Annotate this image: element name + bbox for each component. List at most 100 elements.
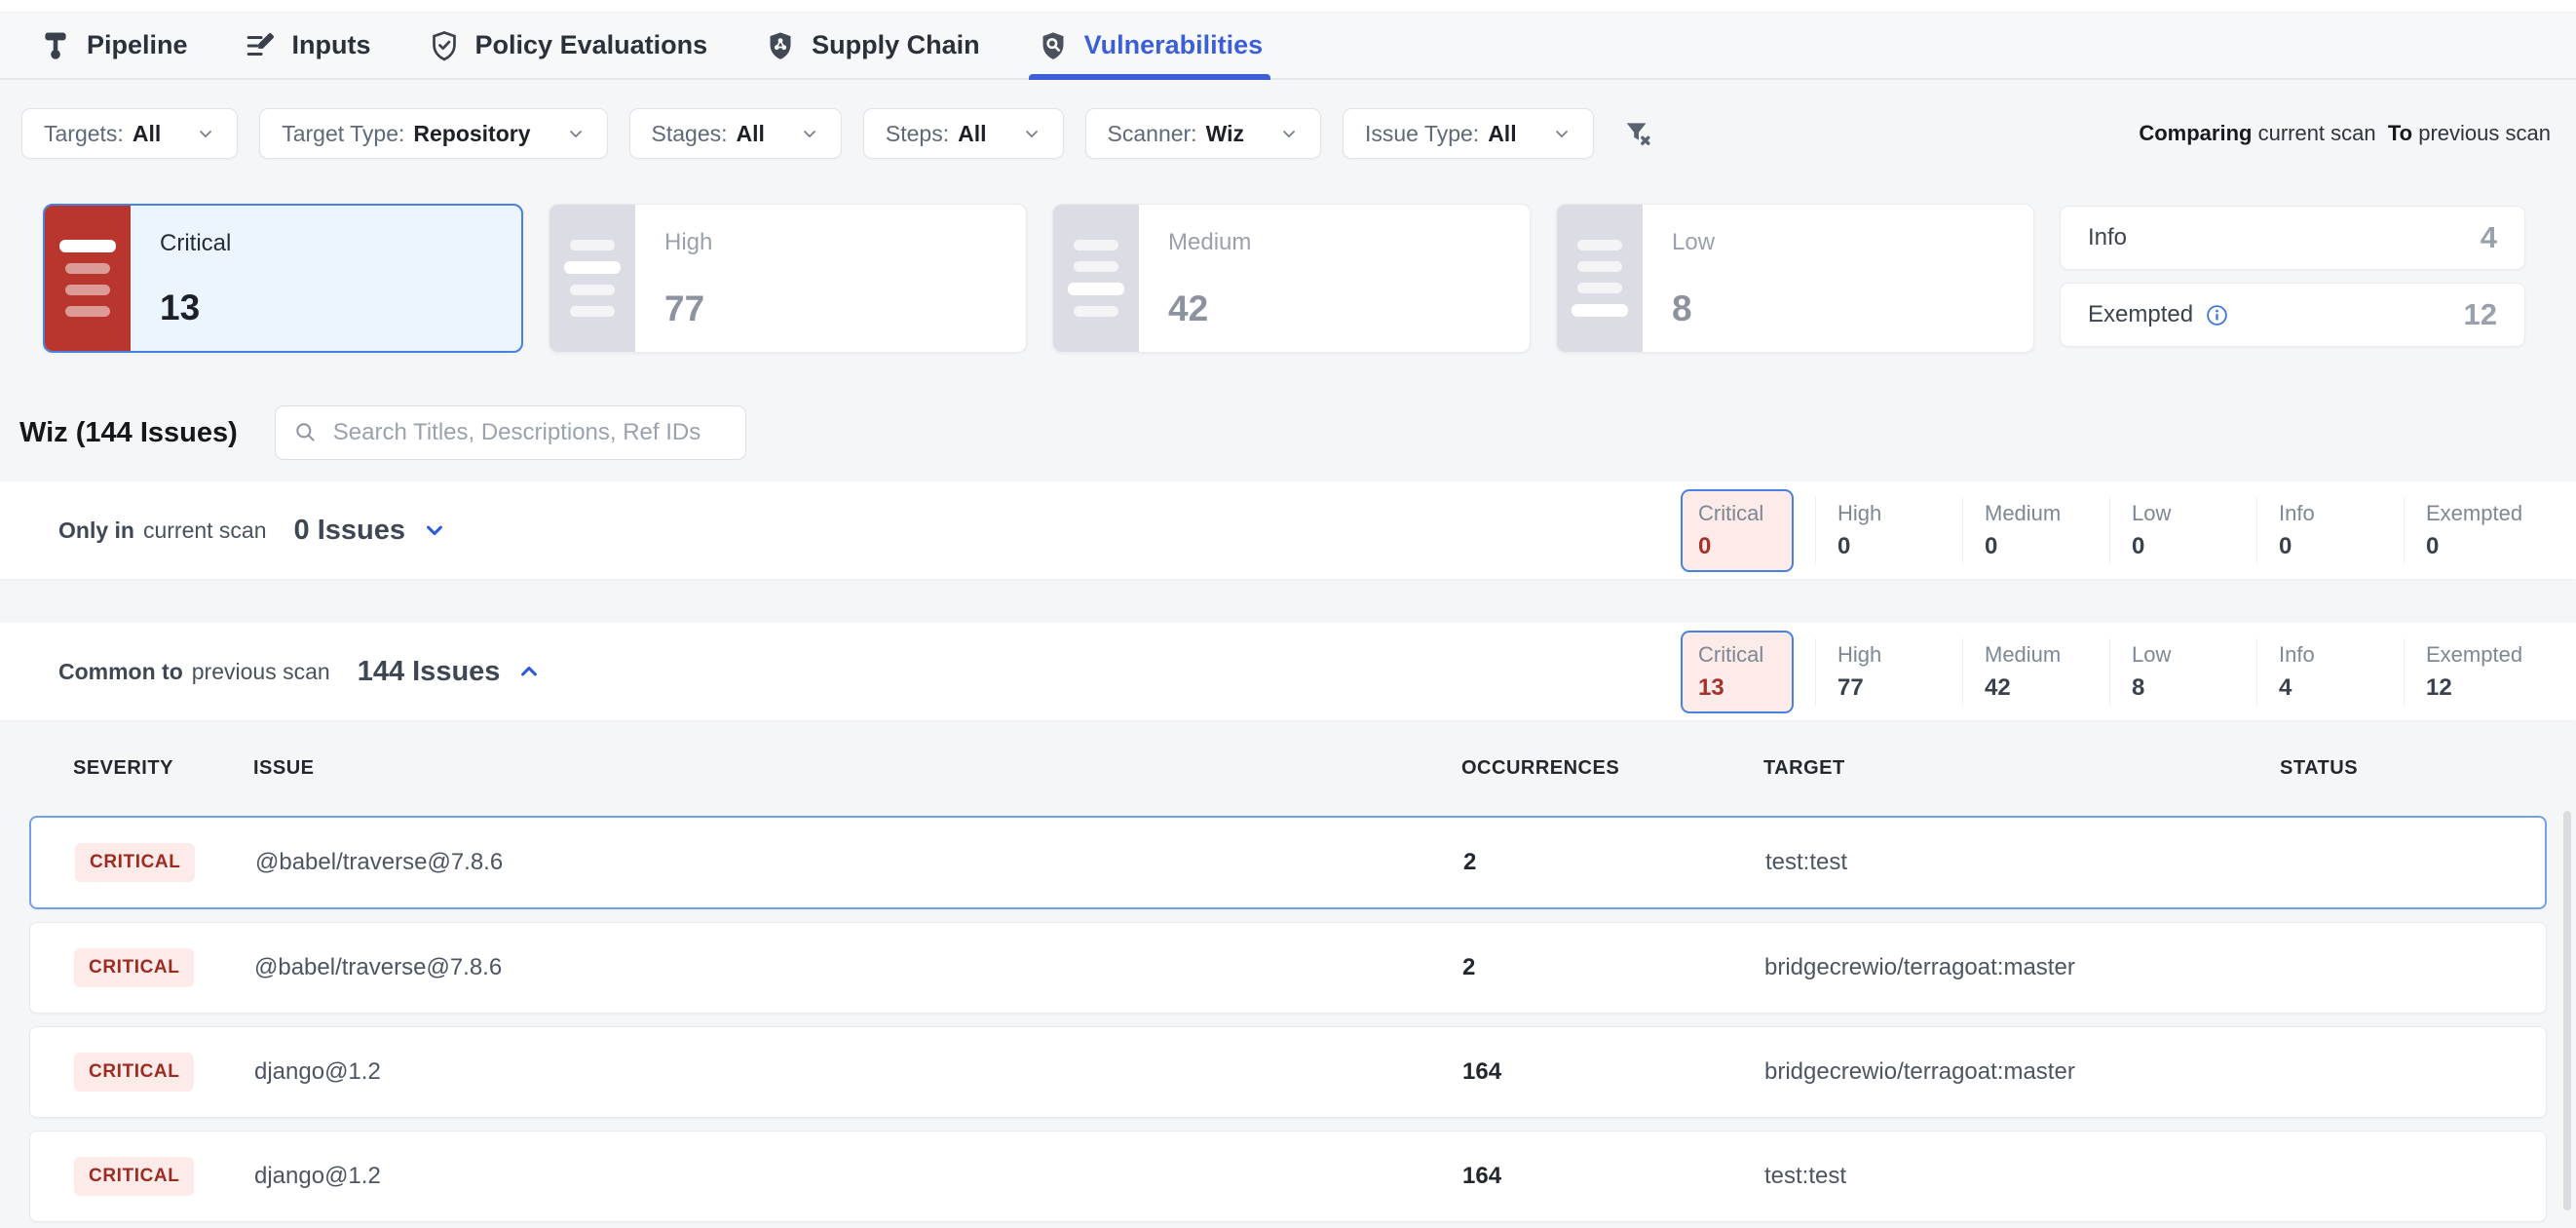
vertical-scrollbar[interactable]	[2563, 811, 2571, 1210]
filter-targets-dropdown[interactable]: Targets:All	[21, 108, 238, 159]
target-cell: test:test	[1722, 849, 2238, 876]
tab-label: Policy Evaluations	[475, 30, 708, 60]
info-icon[interactable]	[2205, 303, 2229, 327]
severity-chip-label: High	[1837, 642, 1962, 668]
filter-value: Wiz	[1206, 121, 1244, 147]
filter-stages-dropdown[interactable]: Stages: All	[629, 108, 842, 159]
severity-card-high[interactable]: High 77	[549, 204, 1027, 353]
chevron-down-icon	[1550, 122, 1573, 145]
exempted-card-label: Exempted	[2088, 301, 2229, 328]
common-to-previous-scan-band: Common to previous scan 144 Issues Criti…	[0, 623, 2576, 720]
severity-cell: CRITICAL	[30, 1053, 210, 1092]
chevron-down-icon	[1277, 122, 1301, 145]
filter-scanner-dropdown[interactable]: Scanner:Wiz	[1085, 108, 1321, 159]
tab-label: Pipeline	[87, 30, 188, 60]
search-box	[275, 405, 746, 460]
filter-label: Target Type:	[282, 121, 404, 147]
severity-chip-medium[interactable]: Medium 0	[1962, 497, 2109, 564]
table-row[interactable]: CRITICAL django@1.2 164 bridgecrewio/ter…	[29, 1026, 2547, 1118]
filter-value: All	[133, 121, 161, 147]
severity-card-label: Medium	[1168, 229, 1251, 256]
vulnerabilities-icon	[1037, 29, 1070, 62]
severity-card-body: Low 8	[1643, 205, 1744, 352]
tab-supply-chain[interactable]: Supply Chain	[764, 13, 980, 78]
tab-label: Vulnerabilities	[1084, 30, 1264, 60]
tab-vulnerabilities[interactable]: Vulnerabilities	[1037, 13, 1264, 78]
tab-policy-evaluations[interactable]: Policy Evaluations	[428, 13, 708, 78]
severity-card-medium[interactable]: Medium 42	[1052, 204, 1531, 353]
severity-card-count: 8	[1672, 288, 1715, 329]
severity-chip-low[interactable]: Low 0	[2109, 497, 2256, 564]
table-row[interactable]: CRITICAL @babel/traverse@7.8.6 2 test:te…	[29, 816, 2547, 909]
severity-chip-label: Info	[2279, 501, 2404, 526]
severity-chip-high[interactable]: High 0	[1815, 497, 1962, 564]
severity-chip-value: 0	[1698, 533, 1778, 560]
severity-chip-label: Low	[2132, 642, 2256, 668]
group-scan: previous scan	[192, 659, 330, 685]
exempted-card[interactable]: Exempted 12	[2060, 283, 2525, 347]
severity-chip-exempted[interactable]: Exempted 0	[2404, 497, 2551, 564]
vulnerabilities-page: Pipeline Inputs Policy Evaluations Suppl…	[0, 0, 2576, 1228]
severity-chip-medium[interactable]: Medium 42	[1962, 638, 2109, 706]
target-cell: bridgecrewio/terragoat:master	[1721, 1058, 2237, 1086]
clear-filters-button[interactable]	[1615, 111, 1660, 156]
severity-chip-value: 12	[2426, 674, 2551, 702]
column-header-target: TARGET	[1720, 757, 2236, 780]
severity-chip-low[interactable]: Low 8	[2109, 638, 2256, 706]
filter-issuetype-dropdown[interactable]: Issue Type:All	[1343, 108, 1594, 159]
column-header-severity: SEVERITY	[29, 757, 209, 780]
comparing-previous: previous scan	[2418, 121, 2551, 145]
severity-chip-label: Critical	[1698, 501, 1778, 526]
search-input[interactable]	[331, 418, 728, 447]
severity-chip-label: Exempted	[2426, 501, 2551, 526]
severity-level-icon	[45, 206, 131, 351]
severity-chips: Critical 13 High 77 Medium 42 Low 8 Info…	[1681, 631, 2551, 713]
severity-chip-high[interactable]: High 77	[1815, 638, 1962, 706]
table-row[interactable]: CRITICAL django@1.2 164 test:test	[29, 1131, 2547, 1222]
filter-value: Repository	[413, 121, 530, 147]
severity-card-critical[interactable]: Critical 13	[43, 204, 523, 353]
issues-count-toggle[interactable]: 0 Issues	[294, 515, 448, 547]
severity-chip-info[interactable]: Info 0	[2256, 497, 2404, 564]
target-cell: test:test	[1721, 1163, 2237, 1190]
severity-cards: Critical 13 High 77 Medium 42 Low 8	[43, 204, 2034, 353]
severity-chip-critical[interactable]: Critical 0	[1681, 489, 1794, 572]
group-prefix: Only in	[58, 518, 134, 544]
filter-label: Issue Type:	[1365, 121, 1479, 147]
info-card[interactable]: Info 4	[2060, 206, 2525, 270]
filter-targettype-dropdown[interactable]: Target Type: Repository	[259, 108, 607, 159]
search-icon	[293, 420, 319, 445]
severity-chip-value: 0	[2279, 533, 2404, 560]
tab-label: Inputs	[292, 30, 371, 60]
filter-label: Stages:	[652, 121, 728, 147]
severity-chip-info[interactable]: Info 4	[2256, 638, 2404, 706]
top-strip	[0, 0, 2576, 13]
severity-badge: CRITICAL	[75, 843, 195, 882]
issues-count: 144 Issues	[358, 656, 501, 688]
table-row[interactable]: CRITICAL @babel/traverse@7.8.6 2 bridgec…	[29, 922, 2547, 1014]
only-in-current-scan-band: Only in current scan 0 Issues Critical 0…	[0, 481, 2576, 579]
severity-card-body: High 77	[635, 205, 741, 352]
tab-inputs[interactable]: Inputs	[245, 13, 371, 78]
severity-card-low[interactable]: Low 8	[1556, 204, 2034, 353]
severity-level-icon	[1557, 205, 1643, 352]
filter-dropdowns: Targets:All Target Type: Repository Stage…	[21, 108, 1594, 159]
issues-count-toggle[interactable]: 144 Issues	[358, 656, 544, 688]
filter-steps-dropdown[interactable]: Steps:All	[863, 108, 1064, 159]
group-prefix: Common to	[58, 659, 183, 685]
filter-value: All	[737, 121, 765, 147]
column-header-status: STATUS	[2236, 757, 2547, 780]
severity-badge: CRITICAL	[74, 1157, 194, 1196]
tab-pipeline[interactable]: Pipeline	[39, 13, 188, 78]
info-card-label: Info	[2088, 224, 2127, 251]
severity-chip-exempted[interactable]: Exempted 12	[2404, 638, 2551, 706]
severity-level-icon	[1053, 205, 1139, 352]
tab-bar: Pipeline Inputs Policy Evaluations Suppl…	[0, 13, 2576, 80]
severity-chip-label: Critical	[1698, 642, 1778, 668]
group-title: Common to previous scan 144 Issues	[58, 656, 543, 688]
target-cell: bridgecrewio/terragoat:master	[1721, 954, 2237, 981]
inputs-icon	[245, 29, 278, 62]
severity-card-label: Low	[1672, 229, 1715, 256]
severity-chip-critical[interactable]: Critical 13	[1681, 631, 1794, 713]
severity-card-label: High	[664, 229, 712, 256]
